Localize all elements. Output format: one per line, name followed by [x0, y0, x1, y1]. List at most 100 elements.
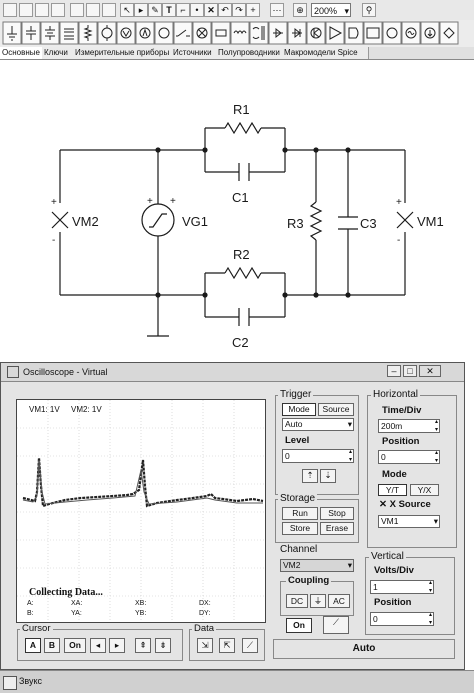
- yt-button[interactable]: Y/T: [378, 484, 407, 496]
- node-tool-icon[interactable]: •: [190, 3, 204, 17]
- tab-poluprovodniki[interactable]: Полупроводники: [216, 47, 283, 59]
- readout-dy: DY:: [199, 610, 211, 617]
- pointer-icon[interactable]: ↖: [120, 3, 134, 17]
- status-bar: Звукс: [0, 670, 474, 693]
- x-source-select[interactable]: VM1 ▾: [378, 515, 440, 528]
- trigger-mode-select[interactable]: Auto ▾: [282, 418, 354, 431]
- cursor-left-icon[interactable]: ◂: [90, 638, 106, 653]
- volts-div-input[interactable]: 1 ▴ ▾: [370, 580, 434, 594]
- cursor-down-icon[interactable]: ⇟: [155, 638, 171, 653]
- data-save-icon[interactable]: ⇱: [219, 638, 235, 653]
- readout-b: B:: [27, 610, 34, 617]
- cursor-right-icon[interactable]: ▸: [109, 638, 125, 653]
- stop-button[interactable]: Stop: [320, 507, 354, 520]
- time-div-input[interactable]: 200m ▴ ▾: [378, 419, 440, 433]
- open-file-icon[interactable]: [19, 3, 33, 17]
- cursor-up-icon[interactable]: ⇞: [135, 638, 151, 653]
- maximize-icon[interactable]: □: [403, 365, 417, 377]
- tab-makromodeli[interactable]: Макромодели Spice: [282, 47, 369, 59]
- cursor-on-button[interactable]: On: [64, 638, 86, 653]
- vertical-position-value: 0: [373, 614, 378, 624]
- oscilloscope-window[interactable]: Oscilloscope - Virtual – □ ✕ VM1: 1V VM2…: [0, 362, 465, 670]
- trigger-title: Trigger: [278, 389, 314, 400]
- meter-icon: [382, 21, 402, 45]
- copy-icon[interactable]: [70, 3, 84, 17]
- vertical-title: Vertical: [369, 551, 406, 562]
- wire-tool-icon[interactable]: ⌐: [176, 3, 190, 17]
- undo-icon[interactable]: ↶: [218, 3, 232, 17]
- vertical-position-input[interactable]: 0 ▴ ▾: [370, 612, 434, 626]
- grid-icon[interactable]: ⋯: [270, 3, 284, 17]
- horizontal-title: Horizontal: [371, 389, 421, 400]
- time-div-value: 200m: [381, 421, 403, 431]
- x-source-value: VM1: [381, 516, 399, 526]
- logic-icon: [344, 21, 364, 45]
- print-icon[interactable]: [51, 3, 65, 17]
- ground-coupling-button[interactable]: ⏚: [310, 594, 326, 608]
- horizontal-position-input[interactable]: 0 ▴ ▾: [378, 450, 440, 464]
- channel-on-button[interactable]: On: [286, 618, 312, 633]
- trigger-mode-button[interactable]: Mode: [282, 403, 316, 416]
- vertical-position-label: Position: [374, 597, 412, 608]
- readout-xa: XA:: [71, 600, 83, 607]
- spinner-icon[interactable]: ▴ ▾: [429, 579, 432, 595]
- probe-icon[interactable]: ⚲: [362, 3, 376, 17]
- data-load-icon[interactable]: ⇲: [197, 638, 213, 653]
- volts-div-label: Volts/Div: [374, 565, 414, 576]
- erase-button[interactable]: Erase: [320, 522, 354, 535]
- select-icon[interactable]: ▸: [134, 3, 148, 17]
- oscilloscope-titlebar[interactable]: Oscilloscope - Virtual – □ ✕: [1, 363, 464, 382]
- cursor-a-button[interactable]: A: [25, 638, 41, 653]
- zoom-icon[interactable]: ⊕: [293, 3, 307, 17]
- chevron-down-icon: ▾: [433, 516, 438, 526]
- delete-icon[interactable]: ✕: [204, 3, 218, 17]
- new-file-icon[interactable]: [3, 3, 17, 17]
- data-export-icon[interactable]: ⟋: [242, 638, 258, 653]
- component-buttons: [2, 21, 459, 45]
- zoom-select[interactable]: 200% ▾: [311, 3, 351, 17]
- spinner-icon[interactable]: ▴ ▾: [429, 611, 432, 627]
- text-tool-icon[interactable]: T: [162, 3, 176, 17]
- tab-istochniki[interactable]: Источники: [171, 47, 217, 59]
- close-icon[interactable]: ✕: [419, 365, 441, 377]
- falling-edge-button[interactable]: ⇣: [320, 469, 336, 483]
- capacitor-icon: [21, 21, 41, 45]
- tab-klyuchi[interactable]: Ключи: [42, 47, 74, 59]
- vm1-label: VM1: [417, 214, 444, 229]
- run-button[interactable]: Run: [282, 507, 318, 520]
- tab-osnovnye[interactable]: Основные: [0, 47, 43, 59]
- readout-yb: YB:: [135, 610, 147, 617]
- rising-edge-button[interactable]: ⇡: [302, 469, 318, 483]
- trigger-source-button[interactable]: Source: [318, 403, 354, 416]
- junction-icon[interactable]: +: [246, 3, 260, 17]
- cursor-b-button[interactable]: B: [44, 638, 60, 653]
- redo-icon[interactable]: ↷: [232, 3, 246, 17]
- time-div-label: Time/Div: [382, 405, 422, 416]
- pen-icon[interactable]: ✎: [148, 3, 162, 17]
- tab-izmeritelnye[interactable]: Измерительные приборы: [73, 47, 172, 59]
- trigger-level-input[interactable]: 0 ▴ ▾: [282, 449, 354, 463]
- spinner-icon[interactable]: ▴ ▾: [435, 449, 438, 465]
- chevron-down-icon: ▾: [344, 6, 349, 16]
- horizontal-mode-label: Mode: [382, 469, 407, 480]
- yx-button[interactable]: Y/X: [410, 484, 439, 496]
- component-toolbar: [0, 20, 474, 48]
- cut-icon[interactable]: [102, 3, 116, 17]
- ac-button[interactable]: AC: [328, 594, 350, 608]
- probe-color-icon[interactable]: ⟋: [323, 616, 349, 634]
- minimize-icon[interactable]: –: [387, 365, 401, 377]
- channel-select[interactable]: VM2 ▾: [280, 559, 354, 572]
- scope-display[interactable]: VM1: 1V VM2: 1V Collecting Data... A: B:…: [16, 399, 266, 623]
- save-icon[interactable]: [35, 3, 49, 17]
- store-button[interactable]: Store: [282, 522, 318, 535]
- dc-button[interactable]: DC: [286, 594, 308, 608]
- controlled-source-icon: [439, 21, 459, 45]
- paste-icon[interactable]: [86, 3, 100, 17]
- x-source-label: ✕ X Source: [379, 499, 431, 510]
- schematic-canvas[interactable]: R1 C1 R2 C2 R3 C3 VG1 VM1 VM2 + - + + + …: [0, 60, 474, 360]
- vm2-minus: -: [52, 235, 55, 246]
- spinner-icon[interactable]: ▴ ▾: [349, 448, 352, 464]
- x-cross-icon: ✕: [379, 499, 387, 510]
- spinner-icon[interactable]: ▴ ▾: [435, 418, 438, 434]
- readout-ya: YA:: [71, 610, 82, 617]
